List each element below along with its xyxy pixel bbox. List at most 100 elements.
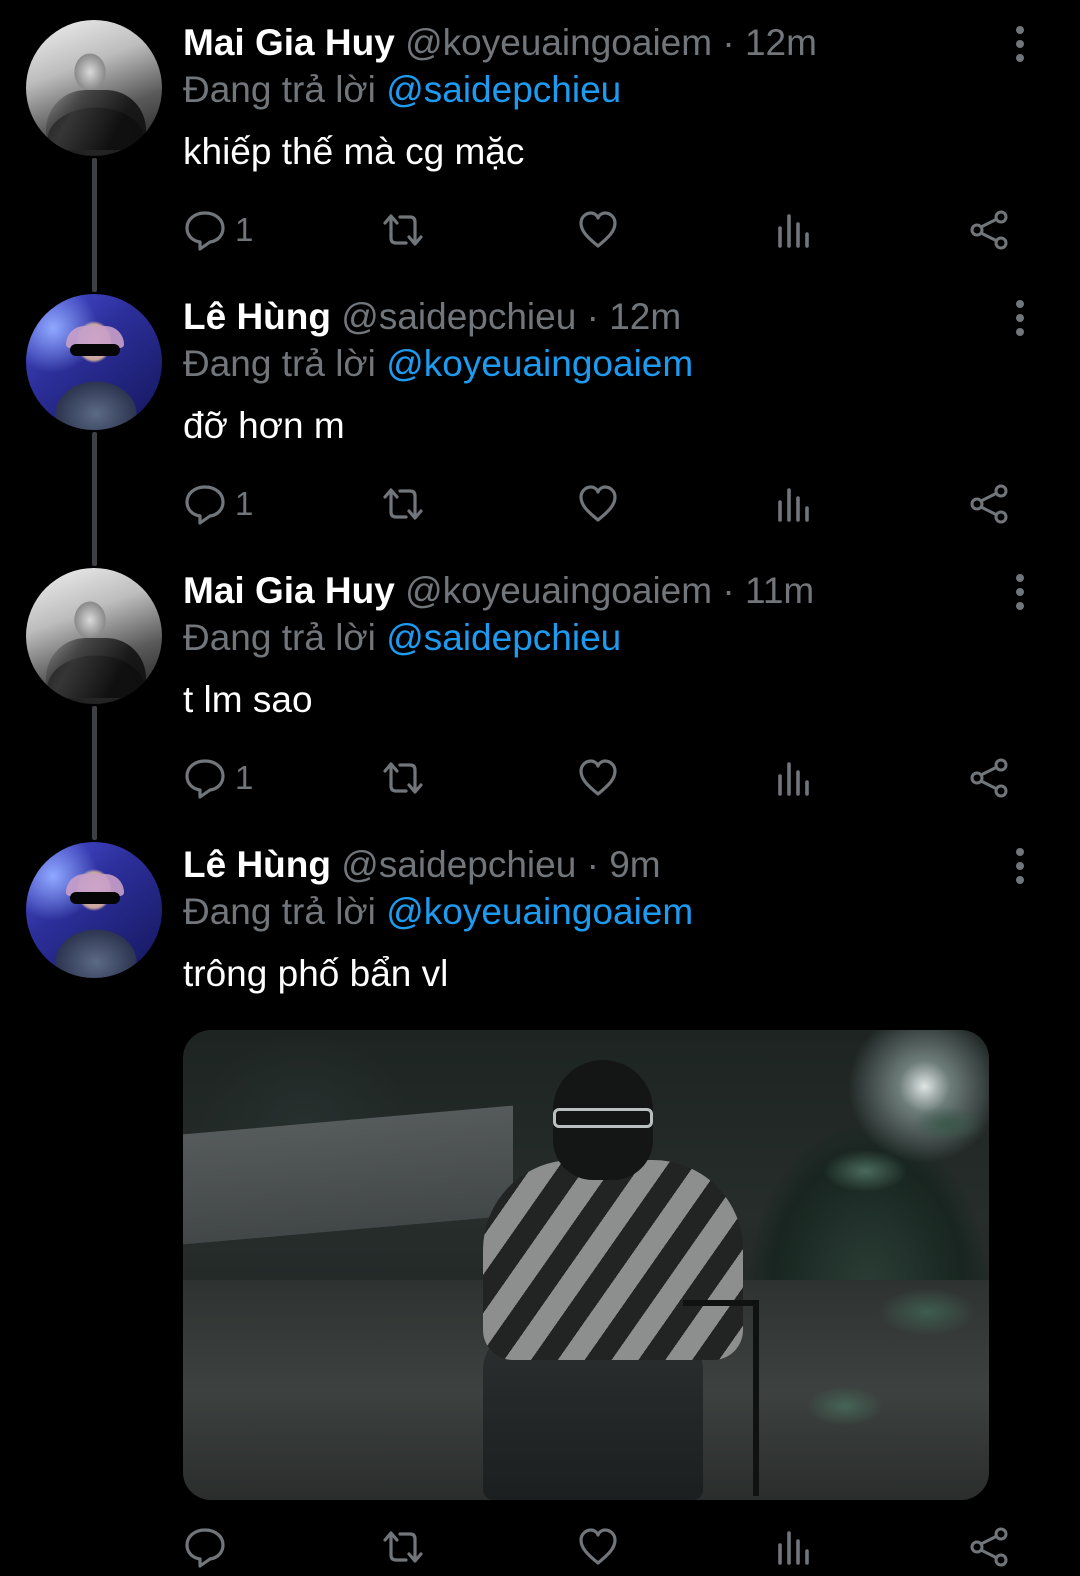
heart-icon xyxy=(579,759,617,796)
retweet-button[interactable] xyxy=(379,479,427,529)
reply-icon xyxy=(185,485,225,525)
tweet-text: t lm sao xyxy=(183,679,313,720)
share-icon xyxy=(970,210,1008,250)
reply-count: 1 xyxy=(235,759,254,796)
tweet[interactable]: Lê Hùng @saidepchieu · 12m Đang trả lời … xyxy=(0,274,1080,548)
like-button[interactable] xyxy=(577,753,619,803)
separator-dot: · xyxy=(586,844,599,885)
photo-plants xyxy=(783,1030,989,1500)
more-vertical-icon[interactable] xyxy=(1000,572,1040,612)
share-button[interactable] xyxy=(969,479,1011,529)
tweet-photo[interactable] xyxy=(183,1030,989,1500)
reply-icon xyxy=(185,1528,225,1568)
views-button[interactable] xyxy=(775,1522,811,1572)
replying-to-mention[interactable]: @koyeuaingoaiem xyxy=(386,891,693,932)
replying-to-mention[interactable]: @saidepchieu xyxy=(386,617,621,658)
tweet-text: đỡ hơn m xyxy=(183,405,345,446)
replying-to: Đang trả lời @saidepchieu xyxy=(183,615,621,661)
views-button[interactable] xyxy=(775,753,811,803)
display-name[interactable]: Mai Gia Huy xyxy=(183,570,395,611)
tweet-actions: 1 xyxy=(183,205,1023,255)
reply-button[interactable]: 1 xyxy=(183,479,253,529)
replying-to: Đang trả lời @saidepchieu xyxy=(183,67,621,113)
reply-count: 1 xyxy=(235,485,254,522)
retweet-icon xyxy=(383,762,423,794)
photo-chair xyxy=(683,1300,759,1496)
username[interactable]: @saidepchieu xyxy=(341,296,576,337)
views-icon xyxy=(778,1531,809,1565)
share-icon xyxy=(970,1527,1008,1567)
replying-to-mention[interactable]: @saidepchieu xyxy=(386,69,621,110)
views-icon xyxy=(778,488,809,522)
timestamp[interactable]: 11m xyxy=(745,570,814,611)
retweet-icon xyxy=(383,1531,423,1563)
timestamp[interactable]: 12m xyxy=(609,296,681,337)
tweet-actions xyxy=(183,1522,1023,1572)
retweet-button[interactable] xyxy=(379,1522,427,1572)
share-icon xyxy=(970,758,1008,798)
retweet-icon xyxy=(383,488,423,520)
tweet-header: Lê Hùng @saidepchieu · 9m xyxy=(183,842,661,888)
reply-count: 1 xyxy=(235,211,254,248)
tweet-header: Lê Hùng @saidepchieu · 12m xyxy=(183,294,681,340)
avatar[interactable] xyxy=(26,20,162,156)
share-button[interactable] xyxy=(969,753,1011,803)
replying-to-mention[interactable]: @koyeuaingoaiem xyxy=(386,343,693,384)
tweet[interactable]: Lê Hùng @saidepchieu · 9m Đang trả lời @… xyxy=(0,822,1080,1576)
tweet-header: Mai Gia Huy @koyeuaingoaiem · 11m xyxy=(183,568,814,614)
separator-dot: · xyxy=(586,296,599,337)
timestamp[interactable]: 9m xyxy=(609,844,660,885)
display-name[interactable]: Lê Hùng xyxy=(183,844,331,885)
tweet-actions: 1 xyxy=(183,479,1023,529)
replying-to-label: Đang trả lời xyxy=(183,343,376,384)
separator-dot: · xyxy=(722,570,735,611)
separator-dot: · xyxy=(722,22,735,63)
views-button[interactable] xyxy=(775,479,811,529)
replying-to: Đang trả lời @koyeuaingoaiem xyxy=(183,341,693,387)
more-vertical-icon[interactable] xyxy=(1000,298,1040,338)
like-button[interactable] xyxy=(577,1522,619,1572)
username[interactable]: @saidepchieu xyxy=(341,844,576,885)
views-icon xyxy=(778,762,809,796)
display-name[interactable]: Mai Gia Huy xyxy=(183,22,395,63)
reply-icon xyxy=(185,759,225,799)
like-button[interactable] xyxy=(577,479,619,529)
heart-icon xyxy=(579,1528,617,1565)
share-icon xyxy=(970,484,1008,524)
like-button[interactable] xyxy=(577,205,619,255)
avatar[interactable] xyxy=(26,294,162,430)
photo-glasses xyxy=(553,1108,653,1128)
replying-to-label: Đang trả lời xyxy=(183,69,376,110)
views-button[interactable] xyxy=(775,205,811,255)
retweet-button[interactable] xyxy=(379,753,427,803)
tweet-text: khiếp thế mà cg mặc xyxy=(183,131,525,172)
tweet[interactable]: Mai Gia Huy @koyeuaingoaiem · 11m Đang t… xyxy=(0,548,1080,822)
heart-icon xyxy=(579,485,617,522)
reply-button[interactable]: 1 xyxy=(183,753,253,803)
views-icon xyxy=(778,214,809,248)
timestamp[interactable]: 12m xyxy=(745,22,817,63)
more-vertical-icon[interactable] xyxy=(1000,846,1040,886)
reply-button[interactable]: 1 xyxy=(183,205,253,255)
reply-icon xyxy=(185,211,225,251)
tweet[interactable]: Mai Gia Huy @koyeuaingoaiem · 12m Đang t… xyxy=(0,0,1080,274)
tweet-header: Mai Gia Huy @koyeuaingoaiem · 12m xyxy=(183,20,817,66)
tweet-text: trông phố bẩn vl xyxy=(183,953,449,994)
username[interactable]: @koyeuaingoaiem xyxy=(405,22,712,63)
replying-to-label: Đang trả lời xyxy=(183,891,376,932)
tweet-actions: 1 xyxy=(183,753,1023,803)
photo-bench xyxy=(183,1105,513,1245)
retweet-icon xyxy=(383,214,423,246)
reply-button[interactable] xyxy=(183,1522,227,1572)
replying-to: Đang trả lời @koyeuaingoaiem xyxy=(183,889,693,935)
display-name[interactable]: Lê Hùng xyxy=(183,296,331,337)
replying-to-label: Đang trả lời xyxy=(183,617,376,658)
avatar[interactable] xyxy=(26,842,162,978)
retweet-button[interactable] xyxy=(379,205,427,255)
username[interactable]: @koyeuaingoaiem xyxy=(405,570,712,611)
avatar[interactable] xyxy=(26,568,162,704)
more-vertical-icon[interactable] xyxy=(1000,24,1040,64)
heart-icon xyxy=(579,211,617,248)
share-button[interactable] xyxy=(969,1522,1011,1572)
share-button[interactable] xyxy=(969,205,1011,255)
